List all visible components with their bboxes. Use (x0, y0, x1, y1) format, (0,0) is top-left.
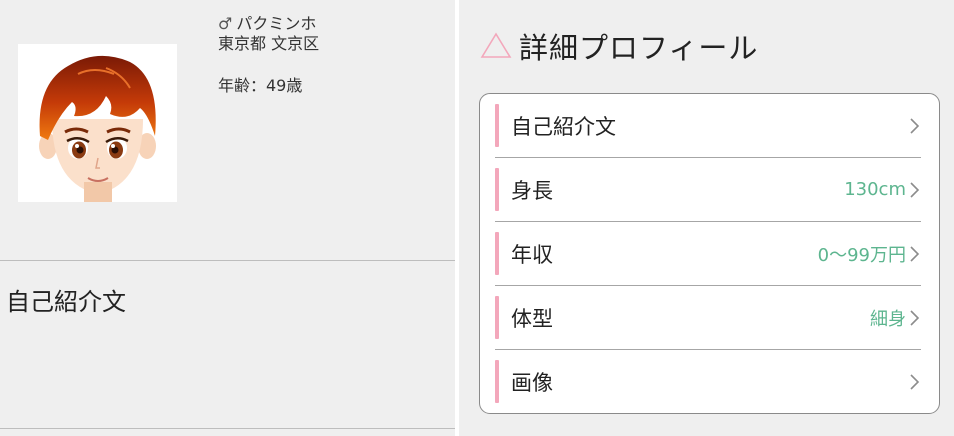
row-label: 自己紹介文 (511, 114, 616, 139)
detail-row-self-intro[interactable]: 自己紹介文 (495, 94, 921, 158)
row-value: 細身 (870, 308, 906, 330)
chevron-right-icon (910, 117, 920, 134)
row-label: 身長 (511, 178, 553, 203)
row-label: 画像 (511, 370, 553, 395)
section-title: 詳細プロフィール (519, 31, 759, 65)
user-name: パクミンホ (236, 14, 317, 33)
profile-info: ♂ パクミンホ 東京都 文京区 年齢：49歳 (218, 14, 319, 96)
profile-summary-panel: ♂ パクミンホ 東京都 文京区 年齢：49歳 自己紹介文 (0, 0, 455, 436)
accent-bar (495, 104, 499, 147)
user-age: 年齢：49歳 (218, 76, 303, 95)
section-header: 詳細プロフィール (479, 26, 758, 66)
chevron-right-icon (910, 309, 920, 326)
avatar[interactable] (18, 44, 177, 202)
row-label: 年収 (511, 242, 553, 267)
detail-row-height[interactable]: 身長 130cm (495, 158, 921, 222)
detail-row-body-type[interactable]: 体型 細身 (495, 286, 921, 350)
chevron-right-icon (910, 181, 920, 198)
avatar-illustration (39, 55, 156, 202)
row-label: 体型 (511, 306, 553, 331)
detail-list: 自己紹介文 身長 130cm 年収 0〜99万円 体型 細身 画像 (479, 93, 940, 414)
detail-row-photos[interactable]: 画像 (495, 350, 921, 413)
triangle-outline-icon (480, 32, 512, 58)
accent-bar (495, 360, 499, 403)
self-intro-heading: 自己紹介文 (6, 288, 126, 316)
detail-row-income[interactable]: 年収 0〜99万円 (495, 222, 921, 286)
divider (0, 260, 455, 261)
accent-bar (495, 168, 499, 211)
accent-bar (495, 232, 499, 275)
chevron-right-icon (910, 245, 920, 262)
row-value: 130cm (844, 179, 906, 200)
row-value: 0〜99万円 (817, 244, 906, 266)
accent-bar (495, 296, 499, 339)
user-location: 東京都 文京区 (218, 34, 320, 53)
detail-profile-panel: 詳細プロフィール 自己紹介文 身長 130cm 年収 0〜99万円 体型 細身 (459, 0, 954, 436)
divider (0, 428, 455, 429)
name-line: ♂ パクミンホ (218, 14, 319, 34)
chevron-right-icon (910, 373, 920, 390)
male-symbol-icon: ♂ (218, 14, 233, 33)
